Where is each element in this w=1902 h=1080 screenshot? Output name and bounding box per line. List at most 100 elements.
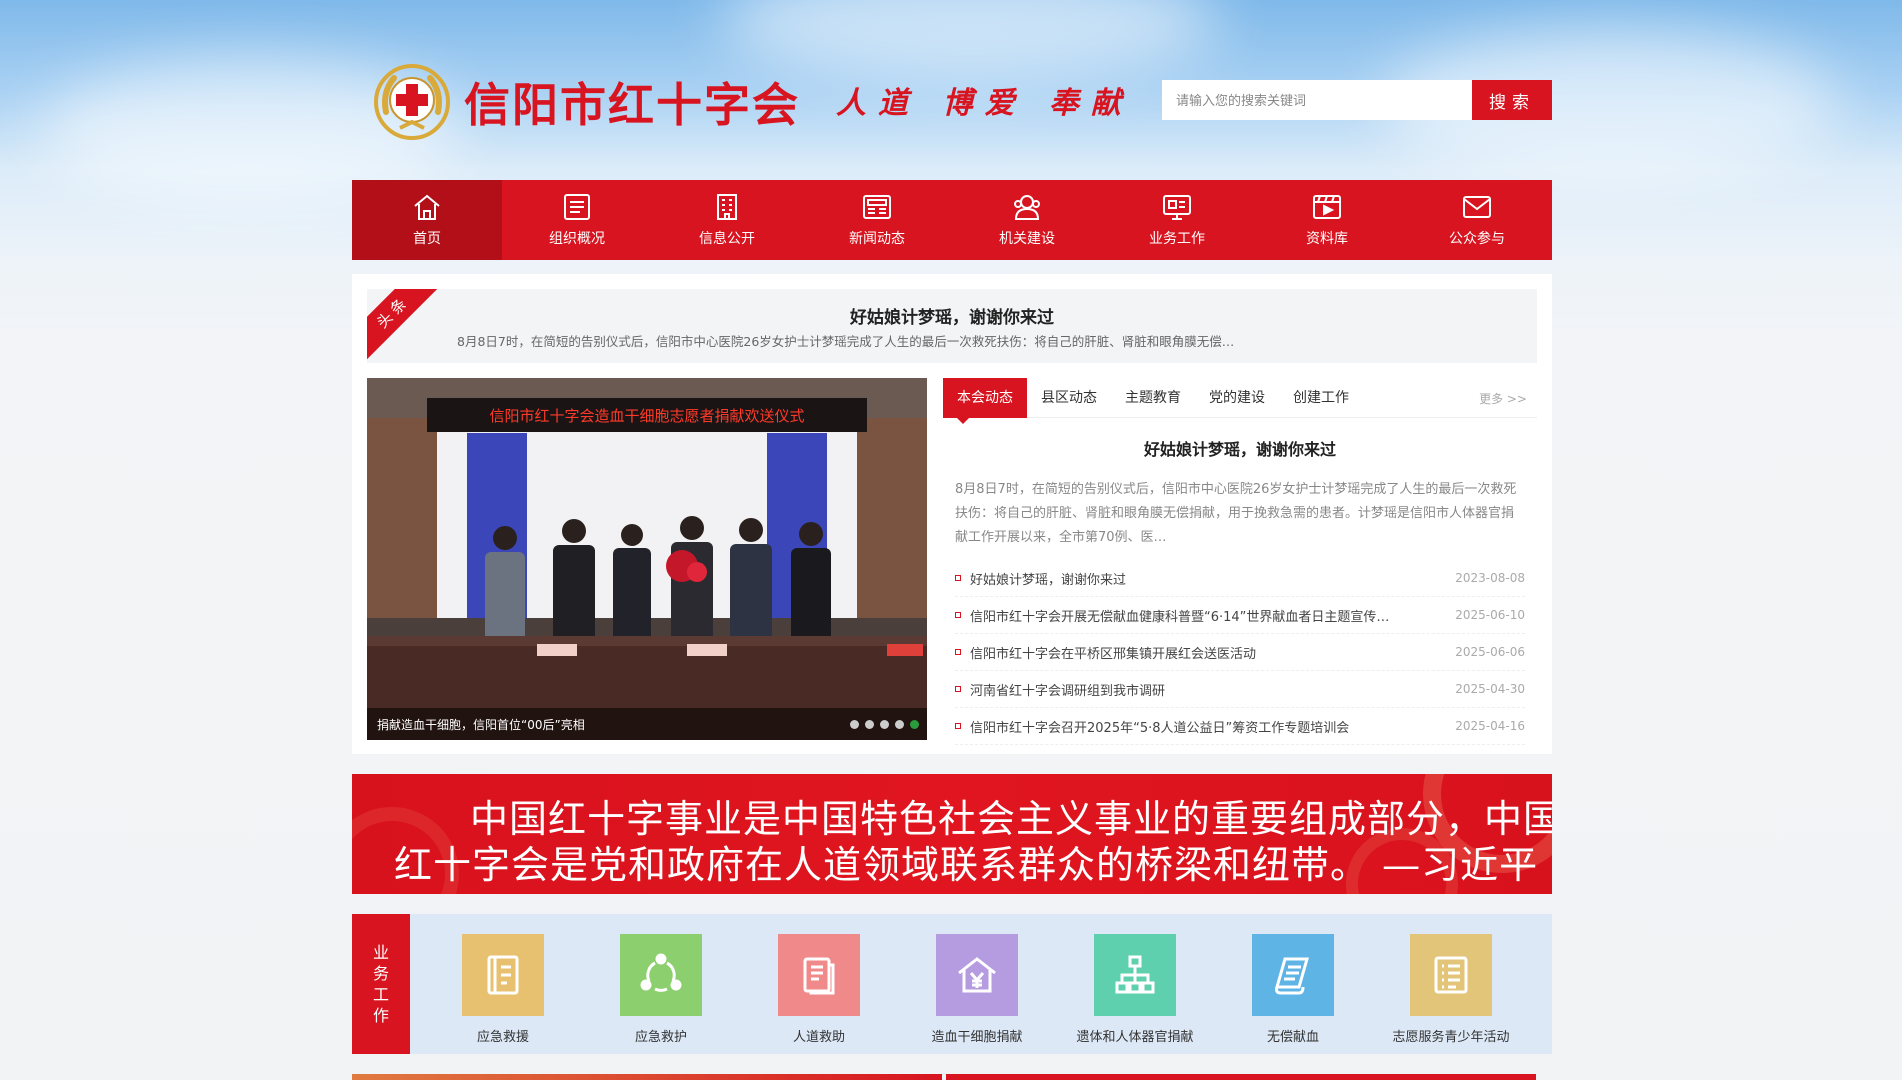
cycle-icon [620,934,702,1016]
bullet-icon [955,723,961,729]
next-section-left [352,1074,942,1080]
nav-label: 资料库 [1306,231,1348,247]
slider-dot[interactable] [880,720,889,729]
business-item-stem-cell-donation[interactable]: 造血干细胞捐献 [898,934,1056,1045]
scroll-icon [1252,934,1334,1016]
headline-news[interactable]: 头条 好姑娘计梦瑶，谢谢你来过 8月8日7时，在简短的告别仪式后，信阳市中心医院… [367,289,1537,363]
business-item-label: 遗体和人体器官捐献 [1076,1030,1194,1045]
bullet-icon [955,612,961,618]
news-list: 好姑娘计梦瑶，谢谢你来过 2023-08-08 信阳市红十字会开展无偿献血健康科… [943,560,1537,745]
news-item-title: 信阳市红十字会召开2025年“5·8人道公益日”筹资工作专题培训会 [970,720,1350,736]
list-item[interactable]: 好姑娘计梦瑶，谢谢你来过 2023-08-08 [955,560,1525,597]
search-input[interactable] [1162,80,1472,120]
photo-slider[interactable]: 信阳市红十字会造血干细胞志愿者捐献欢送仪式 捐献造血干细胞，信阳首位“00后”亮… [367,378,927,740]
headline-summary: 8月8日7时，在简短的告别仪式后，信阳市中心医院26岁女护士计梦瑶完成了人生的最… [457,334,1235,349]
business-item-volunteer-youth[interactable]: 志愿服务青少年活动 [1372,934,1530,1045]
slider-dot-active[interactable] [910,720,919,729]
more-link[interactable]: 更多 >> [1479,390,1527,407]
label-char: 作 [373,1006,390,1025]
site-name: 信阳市红十字会 [464,78,800,132]
news-item-title: 好姑娘计梦瑶，谢谢你来过 [970,572,1127,588]
slide-caption-bar: 捐献造血干细胞，信阳首位“00后”亮相 [367,708,927,740]
list-item[interactable]: 信阳市红十字会开展无偿献血健康科普暨“6·14”世界献血者日主题宣传… 2025… [955,597,1525,634]
main-panel: 头条 好姑娘计梦瑶，谢谢你来过 8月8日7时，在简短的告别仪式后，信阳市中心医院… [352,274,1552,754]
featured-news-summary: 8月8日7时，在简短的告别仪式后，信阳市中心医院26岁女护士计梦瑶完成了人生的最… [955,482,1517,545]
people-icon [1014,195,1040,220]
quote-line-2: 红十字会是党和政府在人道领域联系群众的桥梁和纽带。 —习近平 [394,843,1539,887]
nav-label: 新闻动态 [849,231,905,247]
slider-dot[interactable] [865,720,874,729]
notebook-icon [462,934,544,1016]
slider-dot[interactable] [850,720,859,729]
business-item-label: 人道救助 [792,1030,845,1045]
tab-theme-education[interactable]: 主题教育 [1111,378,1195,418]
search-box: 搜索 [1162,80,1552,120]
home-icon [414,194,440,220]
list-icon [564,194,590,220]
tab-creation-work[interactable]: 创建工作 [1279,378,1363,418]
nav-item-library[interactable]: 资料库 [1252,180,1402,260]
mail-icon [1463,196,1491,218]
nav-label: 机关建设 [999,231,1055,247]
tab-local-news[interactable]: 本会动态 [943,377,1027,424]
nav-item-home[interactable]: 首页 [352,180,502,260]
nav-label: 公众参与 [1449,231,1505,247]
business-item-emergency-first-aid[interactable]: 应急救护 [582,934,740,1045]
list-item[interactable]: 河南省红十字会调研组到我市调研 2025-04-30 [955,671,1525,708]
news-item-title: 河南省红十字会调研组到我市调研 [970,683,1166,699]
tab-county-news[interactable]: 县区动态 [1027,378,1111,418]
business-section: 业 务 工 作 应急救援 应急救护 人道救助 造血干细胞捐献 遗体和人体器官捐献 [352,914,1552,1054]
document-icon [778,934,860,1016]
business-item-label: 应急救护 [634,1030,687,1045]
business-item-label: 无偿献血 [1266,1030,1319,1045]
tab-party-building[interactable]: 党的建设 [1195,378,1279,418]
business-item-label: 应急救援 [476,1030,529,1045]
list-item[interactable]: 信阳市红十字会召开2025年“5·8人道公益日”筹资工作专题培训会 2025-0… [955,708,1525,745]
slider-dots [850,720,919,729]
nav-item-organization[interactable]: 组织概况 [502,180,652,260]
checklist-icon [1410,934,1492,1016]
bullet-icon [955,649,961,655]
monitor-icon [1163,195,1191,220]
news-item-date: 2025-04-30 [1455,682,1525,696]
slide-photo: 信阳市红十字会造血干细胞志愿者捐献欢送仪式 [367,378,927,740]
main-nav: 首页 组织概况 信息公开 新闻动态 机关建设 业务工作 资料库 公众参与 [352,180,1552,260]
business-item-blood-donation[interactable]: 无偿献血 [1214,934,1372,1045]
news-item-date: 2025-06-06 [1455,645,1525,659]
video-icon [1313,195,1341,219]
label-char: 工 [373,985,390,1004]
nav-label: 组织概况 [549,231,605,247]
nav-label: 首页 [413,231,441,247]
business-item-label: 志愿服务青少年活动 [1392,1030,1510,1045]
slide-caption[interactable]: 捐献造血干细胞，信阳首位“00后”亮相 [377,716,585,733]
featured-news-title[interactable]: 好姑娘计梦瑶，谢谢你来过 [943,436,1537,460]
list-item[interactable]: 信阳市红十字会在平桥区邢集镇开展红会送医活动 2025-06-06 [955,634,1525,671]
business-item-humanitarian-aid[interactable]: 人道救助 [740,934,898,1045]
business-item-emergency-rescue[interactable]: 应急救援 [424,934,582,1045]
nav-item-public-participation[interactable]: 公众参与 [1402,180,1552,260]
news-item-title: 信阳市红十字会在平桥区邢集镇开展红会送医活动 [970,646,1257,662]
headline-title[interactable]: 好姑娘计梦瑶，谢谢你来过 [367,303,1537,328]
nav-item-organ-building[interactable]: 机关建设 [952,180,1102,260]
red-cross-emblem-icon [372,62,452,142]
news-item-date: 2023-08-08 [1455,571,1525,585]
site-slogan: 人道 博爱 奉献 [836,86,1133,121]
news-tabs: 本会动态 县区动态 主题教育 党的建设 创建工作 更多 >> [943,377,1537,424]
news-item-date: 2025-06-10 [1455,608,1525,622]
site-header: 信阳市红十字会 人道 博爱 奉献 搜索 [352,58,1552,142]
next-section-right [946,1074,1536,1080]
news-panel: 本会动态 县区动态 主题教育 党的建设 创建工作 更多 >> 好姑娘计梦瑶，谢谢… [943,377,1537,745]
quote-banner[interactable]: 中国红十字事业是中国特色社会主义事业的重要组成部分，中国 红十字会是党和政府在人… [352,774,1552,894]
nav-item-business-work[interactable]: 业务工作 [1102,180,1252,260]
nav-item-info-disclosure[interactable]: 信息公开 [652,180,802,260]
org-chart-icon [1094,934,1176,1016]
nav-label: 业务工作 [1149,231,1205,247]
news-item-date: 2025-04-16 [1455,719,1525,733]
site-logo[interactable]: 信阳市红十字会 [372,62,800,142]
slider-dot[interactable] [895,720,904,729]
slide-led-banner: 信阳市红十字会造血干细胞志愿者捐献欢送仪式 [489,407,804,425]
business-section-label: 业 务 工 作 [352,914,410,1054]
nav-item-news[interactable]: 新闻动态 [802,180,952,260]
search-button[interactable]: 搜索 [1472,80,1552,120]
business-item-organ-donation[interactable]: 遗体和人体器官捐献 [1056,934,1214,1045]
